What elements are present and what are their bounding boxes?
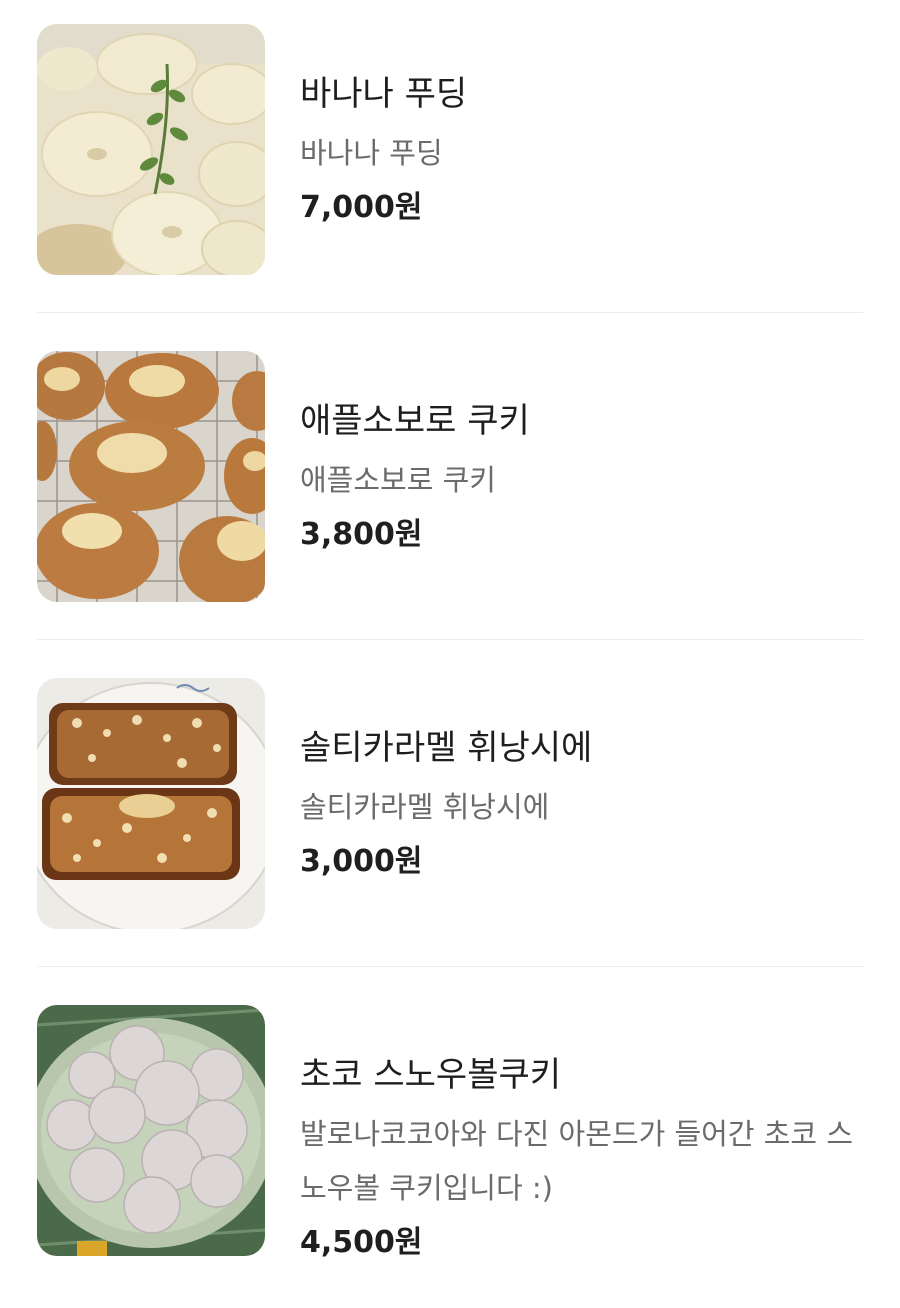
menu-list: 바나나 푸딩 바나나 푸딩 7,000원 애플소보로 쿠키 애플소보로 쿠키 3…: [0, 0, 900, 1308]
menu-item[interactable]: 초코 스노우볼쿠키 발로나코코아와 다진 아몬드가 들어간 초코 스노우볼 쿠키…: [0, 981, 900, 1308]
menu-item-description: 바나나 푸딩: [300, 136, 443, 170]
menu-item-info: 애플소보로 쿠키 애플소보로 쿠키 3,800원: [300, 397, 865, 558]
choco-snowball-cookie-photo[interactable]: [37, 1005, 265, 1256]
menu-item[interactable]: 솔티카라멜 휘낭시에 솔티카라멜 휘낭시에 3,000원: [0, 654, 900, 981]
menu-item-description: 애플소보로 쿠키: [300, 463, 496, 497]
apple-soboro-cookie-photo[interactable]: [37, 351, 265, 602]
menu-item[interactable]: 바나나 푸딩 바나나 푸딩 7,000원: [0, 0, 900, 327]
divider: [37, 312, 863, 313]
salty-caramel-financier-photo[interactable]: [37, 678, 265, 929]
menu-item-name: 초코 스노우볼쿠키: [300, 1055, 562, 1095]
menu-item-price: 7,000원: [300, 190, 423, 225]
menu-item-name: 솔티카라멜 휘낭시에: [300, 728, 593, 768]
menu-item[interactable]: 애플소보로 쿠키 애플소보로 쿠키 3,800원: [0, 327, 900, 654]
menu-item-price: 3,800원: [300, 517, 423, 552]
menu-item-description: 솔티카라멜 휘낭시에: [300, 790, 550, 824]
menu-item-info: 솔티카라멜 휘낭시에 솔티카라멜 휘낭시에 3,000원: [300, 724, 865, 885]
menu-item-price: 4,500원: [300, 1225, 423, 1260]
menu-item-info: 바나나 푸딩 바나나 푸딩 7,000원: [300, 70, 865, 231]
divider: [37, 966, 863, 967]
menu-item-price: 3,000원: [300, 844, 423, 879]
divider: [37, 639, 863, 640]
menu-item-name: 애플소보로 쿠키: [300, 401, 530, 441]
menu-item-name: 바나나 푸딩: [300, 74, 468, 114]
banana-pudding-photo[interactable]: [37, 24, 265, 275]
menu-item-description: 발로나코코아와 다진 아몬드가 들어간 초코 스노우볼 쿠키입니다 :): [300, 1117, 854, 1205]
menu-item-info: 초코 스노우볼쿠키 발로나코코아와 다진 아몬드가 들어간 초코 스노우볼 쿠키…: [300, 1051, 865, 1266]
